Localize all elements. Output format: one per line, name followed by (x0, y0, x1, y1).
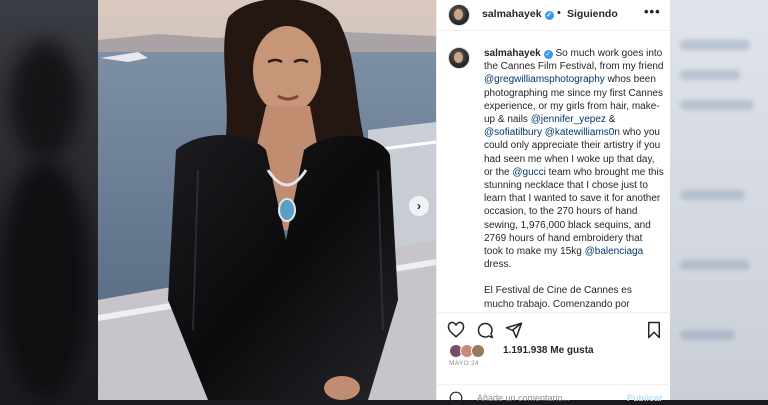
avatar[interactable] (448, 4, 470, 26)
caption-spanish: El Festival de Cine de Cannes es mucho t… (484, 285, 632, 310)
caption-username[interactable]: salmahayek (484, 48, 541, 59)
verified-icon: ✓ (544, 11, 554, 20)
header-username-text[interactable]: salmahayek (482, 8, 542, 20)
more-options-icon[interactable]: ••• (644, 4, 661, 19)
post-header: salmahayek ✓ • Siguiendo ••• (437, 0, 671, 31)
post-photo[interactable] (98, 0, 436, 400)
caption: salmahayek ✓ So much work goes into the C… (484, 47, 664, 312)
comment-icon[interactable] (476, 321, 494, 339)
caption-text: & (608, 114, 616, 126)
blurred-background-left (0, 0, 98, 400)
blurred-background-right (670, 0, 768, 400)
caption-avatar[interactable] (448, 47, 470, 69)
comment-input[interactable]: Añade un comentario... (477, 393, 570, 403)
publish-button[interactable]: Publicar (627, 393, 663, 403)
caption-text: team who brought me this stunning neckla… (484, 166, 664, 258)
post-date: MAYO 24 (449, 360, 479, 367)
mention-link[interactable]: @gucci (512, 167, 546, 178)
avatar (471, 344, 485, 358)
separator-dot: • (557, 7, 561, 19)
emoji-icon[interactable] (449, 391, 463, 405)
mention-link[interactable]: @jennifer_yepez (531, 114, 606, 125)
header-username[interactable]: salmahayek ✓ (482, 8, 554, 20)
post-photo-illustration (98, 0, 436, 400)
following-button[interactable]: Siguiendo (567, 8, 618, 20)
mention-link[interactable]: @gregwilliamsphotography (484, 74, 605, 85)
bookmark-icon[interactable] (645, 321, 663, 339)
post-panel: salmahayek ✓ • Siguiendo ••• salmahayek ✓ … (436, 0, 671, 405)
likes-count[interactable]: 1.191.938 Me gusta (503, 345, 594, 356)
mention-link[interactable]: @katewilliams0n (545, 127, 620, 138)
mention-link[interactable]: @balenciaga (585, 246, 644, 257)
caption-english: salmahayek ✓ So much work goes into the C… (484, 47, 664, 271)
carousel-next-icon[interactable]: › (409, 196, 429, 216)
mention-link[interactable]: @sofiatilbury (484, 127, 542, 138)
verified-icon: ✓ (543, 50, 553, 59)
caption-text: dress. (484, 259, 512, 271)
share-icon[interactable] (505, 321, 523, 339)
heart-icon[interactable] (447, 321, 465, 339)
